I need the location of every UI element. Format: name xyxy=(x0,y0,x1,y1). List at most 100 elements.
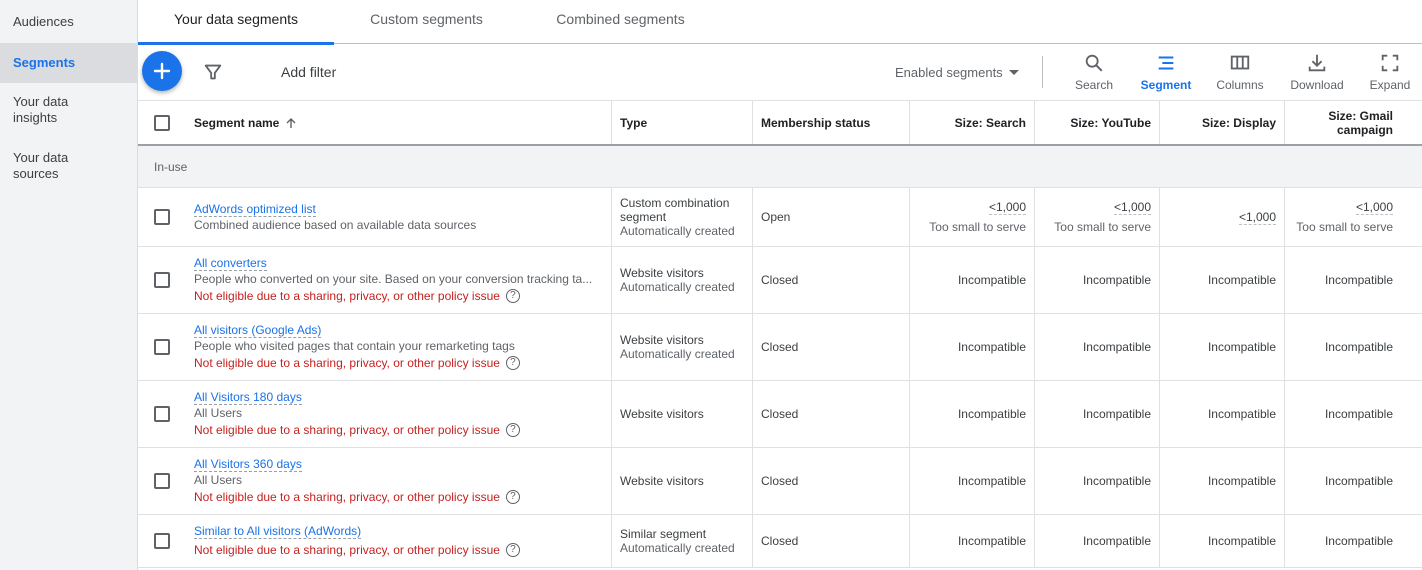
filter-icon[interactable] xyxy=(202,61,224,83)
segment-description: All Users xyxy=(194,472,243,487)
segment-button[interactable]: Segment xyxy=(1133,52,1199,92)
tab-your-data-segments[interactable]: Your data segments xyxy=(138,0,334,45)
tab-custom-segments[interactable]: Custom segments xyxy=(334,0,519,44)
table-row: AdWords optimized list Combined audience… xyxy=(138,188,1422,247)
row-checkbox[interactable] xyxy=(154,339,170,355)
segment-name-link[interactable]: All visitors (Google Ads) xyxy=(194,323,322,338)
membership-status: Open xyxy=(753,188,910,246)
size-value[interactable]: <1,000 xyxy=(1355,200,1393,215)
create-segment-button[interactable] xyxy=(142,51,182,91)
segment-name-link[interactable]: All converters xyxy=(194,256,267,271)
policy-warning: Not eligible due to a sharing, privacy, … xyxy=(194,421,603,439)
help-icon[interactable]: ? xyxy=(505,288,520,303)
segment-name-link[interactable]: All Visitors 360 days xyxy=(194,457,302,472)
table-row: Similar to All visitors (AdWords) Not el… xyxy=(138,515,1422,568)
size-value: Incompatible xyxy=(910,515,1035,567)
segment-name-link[interactable]: AdWords optimized list xyxy=(194,202,316,217)
size-value: Incompatible xyxy=(1035,381,1160,447)
table-row: All Visitors 180 days All Users Not elig… xyxy=(138,381,1422,448)
tab-bar: Your data segments Custom segments Combi… xyxy=(138,0,1422,45)
column-header-type[interactable]: Type xyxy=(612,101,753,144)
column-header-size-gmail[interactable]: Size: Gmail campaign xyxy=(1285,101,1401,144)
caret-down-icon xyxy=(1008,70,1019,75)
sidebar-item-audiences[interactable]: Audiences xyxy=(0,14,87,30)
sidebar-item-segments[interactable]: Segments xyxy=(0,43,137,83)
add-filter-button[interactable]: Add filter xyxy=(281,64,336,80)
help-icon[interactable]: ? xyxy=(505,355,520,370)
sidebar-item-your-data-sources[interactable]: Your data sources xyxy=(0,150,90,182)
size-value[interactable]: <1,000 xyxy=(1238,210,1276,225)
policy-warning: Not eligible due to a sharing, privacy, … xyxy=(194,541,603,559)
segment-name-link[interactable]: Similar to All visitors (AdWords) xyxy=(194,524,362,539)
segment-type: Website visitors xyxy=(620,333,704,347)
size-note: Too small to serve xyxy=(929,220,1026,234)
segment-type: Custom combination segment xyxy=(620,196,730,224)
membership-status: Closed xyxy=(753,247,910,313)
column-header-size-search[interactable]: Size: Search xyxy=(910,101,1035,144)
segment-type: Website visitors xyxy=(620,474,704,488)
segment-description: People who visited pages that contain yo… xyxy=(194,338,515,353)
policy-warning: Not eligible due to a sharing, privacy, … xyxy=(194,488,603,506)
size-value: Incompatible xyxy=(1035,448,1160,514)
policy-warning: Not eligible due to a sharing, privacy, … xyxy=(194,354,603,372)
group-header-in-use: In-use xyxy=(138,146,1422,188)
download-button[interactable]: Download xyxy=(1284,52,1350,92)
table-row: All visitors (Google Ads) People who vis… xyxy=(138,314,1422,381)
select-all-checkbox[interactable] xyxy=(154,114,170,131)
enabled-segments-dropdown[interactable]: Enabled segments xyxy=(895,65,1019,80)
policy-warning: Not eligible due to a sharing, privacy, … xyxy=(194,287,603,305)
toolbar: Add filter Enabled segments Search Segme… xyxy=(138,44,1422,101)
expand-button[interactable]: Expand xyxy=(1357,52,1422,92)
segment-type-sub: Automatically created xyxy=(620,280,735,294)
search-icon xyxy=(1085,54,1103,72)
segment-type-sub: Automatically created xyxy=(620,224,735,238)
size-value: Incompatible xyxy=(1035,314,1160,380)
row-checkbox[interactable] xyxy=(154,209,170,225)
row-checkbox[interactable] xyxy=(154,272,170,288)
help-icon[interactable]: ? xyxy=(505,542,520,557)
download-label: Download xyxy=(1290,78,1344,92)
size-value: Incompatible xyxy=(910,381,1035,447)
size-note: Too small to serve xyxy=(1296,220,1393,234)
segment-type: Website visitors xyxy=(620,407,704,421)
search-button[interactable]: Search xyxy=(1061,52,1127,92)
segment-type: Website visitors xyxy=(620,266,704,280)
column-header-membership-status[interactable]: Membership status xyxy=(753,101,910,144)
membership-status: Closed xyxy=(753,448,910,514)
help-icon[interactable]: ? xyxy=(505,422,520,437)
size-value: Incompatible xyxy=(1035,515,1160,567)
help-icon[interactable]: ? xyxy=(505,489,520,504)
size-value: Incompatible xyxy=(1324,340,1393,354)
column-header-size-youtube[interactable]: Size: YouTube xyxy=(1035,101,1160,144)
table-header: Segment name Type Membership status Size… xyxy=(138,101,1422,146)
segments-table: Segment name Type Membership status Size… xyxy=(138,101,1422,568)
segment-type-sub: Automatically created xyxy=(620,347,735,361)
segment-name-link[interactable]: All Visitors 180 days xyxy=(194,390,302,405)
row-checkbox[interactable] xyxy=(154,473,170,489)
size-value[interactable]: <1,000 xyxy=(988,200,1026,215)
column-header-size-display[interactable]: Size: Display xyxy=(1160,101,1285,144)
size-value: Incompatible xyxy=(1160,515,1285,567)
membership-status: Closed xyxy=(753,381,910,447)
tab-combined-segments[interactable]: Combined segments xyxy=(519,0,722,44)
size-value: Incompatible xyxy=(910,247,1035,313)
expand-icon xyxy=(1381,54,1399,72)
size-value[interactable]: <1,000 xyxy=(1113,200,1151,215)
table-row: All Visitors 360 days All Users Not elig… xyxy=(138,448,1422,515)
columns-button[interactable]: Columns xyxy=(1207,52,1273,92)
column-header-segment-name[interactable]: Segment name xyxy=(186,101,612,144)
size-value: Incompatible xyxy=(1160,247,1285,313)
segment-label: Segment xyxy=(1140,78,1192,92)
sidebar-item-your-data-insights[interactable]: Your data insights xyxy=(0,94,90,126)
size-value: Incompatible xyxy=(1324,407,1393,421)
size-value: Incompatible xyxy=(910,314,1035,380)
segment-description: Combined audience based on available dat… xyxy=(194,217,477,232)
table-row: All converters People who converted on y… xyxy=(138,247,1422,314)
membership-status: Closed xyxy=(753,515,910,567)
plus-icon xyxy=(153,62,171,80)
row-checkbox[interactable] xyxy=(154,533,170,549)
size-value: Incompatible xyxy=(910,448,1035,514)
size-note: Too small to serve xyxy=(1054,220,1151,234)
arrow-up-icon xyxy=(286,117,296,128)
row-checkbox[interactable] xyxy=(154,406,170,422)
